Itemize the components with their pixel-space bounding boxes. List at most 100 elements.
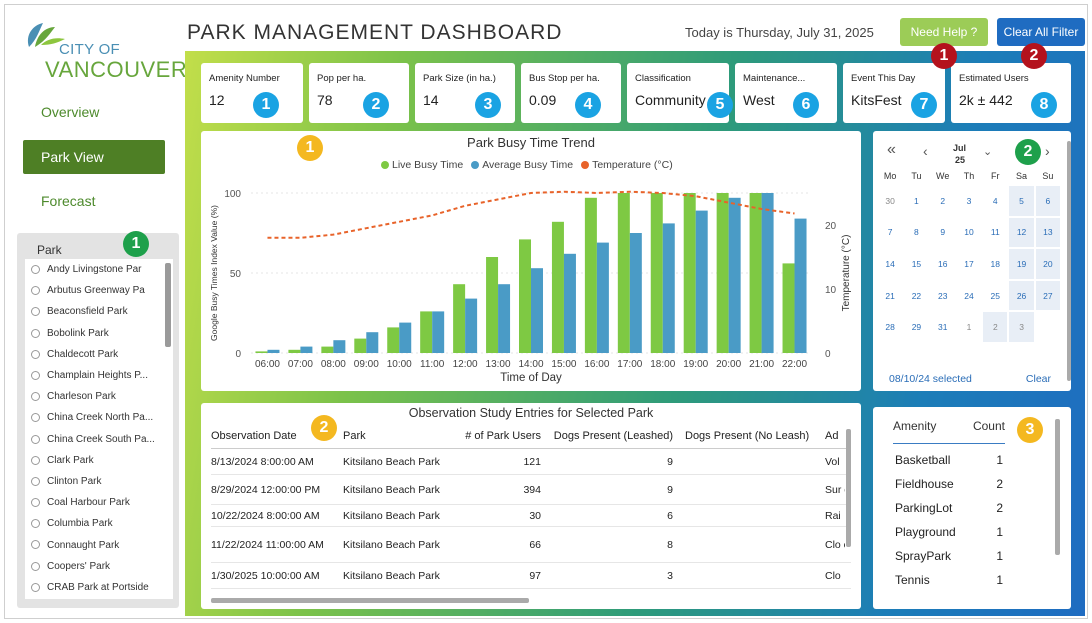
calendar-day[interactable]: 3 bbox=[1008, 311, 1035, 343]
calendar-day[interactable]: 30 bbox=[877, 185, 904, 217]
radio-icon[interactable] bbox=[31, 328, 40, 338]
col-additional[interactable]: Ad bbox=[825, 430, 845, 442]
calendar-month[interactable]: Jul bbox=[953, 143, 966, 153]
calendar-scrollbar[interactable] bbox=[1067, 141, 1071, 381]
radio-icon[interactable] bbox=[31, 307, 40, 317]
calendar-day[interactable]: 28 bbox=[877, 311, 904, 343]
park-list-item[interactable]: Clinton Park bbox=[25, 471, 173, 492]
park-list-item[interactable]: Connaught Park bbox=[25, 534, 173, 555]
table-row[interactable]: 8/13/2024 8:00:00 AM Kitsilano Beach Park… bbox=[211, 449, 851, 475]
clear-all-filter-button[interactable]: Clear All Filter bbox=[997, 18, 1085, 46]
radio-icon[interactable] bbox=[31, 540, 40, 550]
calendar-day[interactable]: 13 bbox=[1034, 216, 1061, 249]
table-row[interactable]: 11/22/2024 11:00:00 AM Kitsilano Beach Pa… bbox=[211, 527, 851, 563]
double-chevron-left-icon[interactable]: « bbox=[887, 141, 896, 159]
park-list-item[interactable]: Arbutus Greenway Pa bbox=[25, 280, 173, 301]
calendar-day[interactable]: 2 bbox=[929, 185, 956, 217]
calendar-day[interactable]: 26 bbox=[1008, 279, 1035, 312]
radio-icon[interactable] bbox=[31, 265, 40, 274]
calendar-day[interactable]: 3 bbox=[955, 185, 983, 217]
park-list-item[interactable]: Andy Livingstone Par bbox=[25, 259, 173, 280]
amenity-row: Playground 1 bbox=[895, 525, 1003, 539]
calendar-day[interactable]: 2 bbox=[982, 311, 1009, 343]
chevron-left-icon[interactable]: ‹ bbox=[923, 143, 928, 159]
radio-icon[interactable] bbox=[31, 519, 40, 529]
table-row[interactable]: 1/30/2025 10:00:00 AM Kitsilano Beach Par… bbox=[211, 563, 851, 589]
chevron-down-icon[interactable]: ⌄ bbox=[983, 145, 992, 158]
radio-icon[interactable] bbox=[31, 434, 40, 444]
calendar-day[interactable]: 18 bbox=[982, 248, 1009, 280]
amenity-scrollbar[interactable] bbox=[1055, 419, 1060, 555]
radio-icon[interactable] bbox=[31, 286, 40, 296]
calendar-day[interactable]: 21 bbox=[877, 279, 904, 312]
chevron-right-icon[interactable]: › bbox=[1045, 143, 1050, 159]
park-list-item[interactable]: Bobolink Park bbox=[25, 323, 173, 344]
park-list-item[interactable]: Champlain Heights P... bbox=[25, 365, 173, 386]
col-dogs-no-leash[interactable]: Dogs Present (No Leash) bbox=[679, 430, 825, 442]
radio-icon[interactable] bbox=[31, 582, 40, 592]
calendar-day[interactable]: 11 bbox=[982, 216, 1009, 249]
calendar-day[interactable]: 24 bbox=[955, 279, 983, 312]
calendar-day[interactable]: 8 bbox=[903, 216, 930, 249]
park-list: Andy Livingstone Par Arbutus Greenway Pa B… bbox=[25, 259, 173, 599]
calendar-day[interactable]: 23 bbox=[929, 279, 956, 312]
park-list-item[interactable]: Charleson Park bbox=[25, 386, 173, 407]
calendar-day[interactable]: 7 bbox=[877, 216, 904, 249]
nav-park-view[interactable]: Park View bbox=[23, 140, 165, 174]
nav-overview[interactable]: Overview bbox=[23, 95, 165, 129]
park-list-item[interactable]: China Creek North Pa... bbox=[25, 407, 173, 428]
calendar-year[interactable]: 25 bbox=[955, 155, 965, 165]
cell-additional: Vol bbox=[825, 455, 840, 468]
calendar-day[interactable]: 31 bbox=[929, 311, 956, 343]
bar-live-busy bbox=[519, 239, 531, 353]
calendar-day[interactable]: 14 bbox=[877, 248, 904, 280]
park-list-item[interactable]: Beaconsfield Park bbox=[25, 301, 173, 322]
calendar-day[interactable]: 15 bbox=[903, 248, 930, 280]
park-list-item[interactable]: CRAB Park at Portside bbox=[25, 577, 173, 598]
calendar-day[interactable]: 27 bbox=[1034, 279, 1061, 312]
calendar-day[interactable]: 4 bbox=[982, 185, 1009, 217]
table-row[interactable]: 8/29/2024 12:00:00 PM Kitsilano Beach Par… bbox=[211, 475, 851, 505]
calendar-clear-link[interactable]: Clear bbox=[1026, 373, 1051, 385]
calendar-day[interactable]: 6 bbox=[1034, 185, 1061, 217]
bar-average-busy bbox=[333, 340, 346, 353]
calendar-day[interactable]: 29 bbox=[903, 311, 930, 343]
calendar-day[interactable]: 16 bbox=[929, 248, 956, 280]
col-dogs-leashed[interactable]: Dogs Present (Leashed) bbox=[547, 430, 679, 442]
calendar-day[interactable]: 5 bbox=[1008, 185, 1035, 217]
nav-forecast[interactable]: Forecast bbox=[23, 184, 165, 218]
table-horizontal-scrollbar[interactable] bbox=[211, 598, 529, 603]
calendar-day[interactable]: 22 bbox=[903, 279, 930, 312]
calendar-day[interactable]: 1 bbox=[955, 311, 983, 343]
calendar-day[interactable]: 17 bbox=[955, 248, 983, 280]
calendar-day[interactable]: 10 bbox=[955, 216, 983, 249]
calendar-day[interactable]: 19 bbox=[1008, 248, 1035, 280]
need-help-button[interactable]: Need Help ? bbox=[900, 18, 988, 46]
radio-icon[interactable] bbox=[31, 455, 40, 465]
calendar-day[interactable]: 20 bbox=[1034, 248, 1061, 280]
calendar-dow: Th bbox=[955, 167, 983, 185]
calendar-day[interactable]: 9 bbox=[929, 216, 956, 249]
radio-icon[interactable] bbox=[31, 392, 40, 402]
radio-icon[interactable] bbox=[31, 349, 40, 359]
table-row[interactable]: 10/22/2024 8:00:00 AM Kitsilano Beach Par… bbox=[211, 505, 851, 527]
radio-icon[interactable] bbox=[31, 476, 40, 486]
table-vertical-scrollbar[interactable] bbox=[846, 429, 851, 547]
radio-icon[interactable] bbox=[31, 413, 40, 423]
col-park[interactable]: Park bbox=[343, 430, 453, 442]
park-list-item[interactable]: China Creek South Pa... bbox=[25, 429, 173, 450]
park-list-item[interactable]: Chaldecott Park bbox=[25, 344, 173, 365]
calendar-day[interactable]: 1 bbox=[903, 185, 930, 217]
radio-icon[interactable] bbox=[31, 561, 40, 571]
col-park-users[interactable]: # of Park Users bbox=[453, 430, 547, 442]
bar-live-busy bbox=[288, 349, 301, 353]
park-list-item[interactable]: Columbia Park bbox=[25, 513, 173, 534]
calendar-day[interactable]: 12 bbox=[1008, 216, 1035, 249]
park-list-item[interactable]: Coal Harbour Park bbox=[25, 492, 173, 513]
bar-average-busy bbox=[794, 218, 807, 353]
radio-icon[interactable] bbox=[31, 370, 40, 380]
park-list-item[interactable]: Clark Park bbox=[25, 450, 173, 471]
radio-icon[interactable] bbox=[31, 498, 40, 508]
park-list-item[interactable]: Coopers' Park bbox=[25, 556, 173, 577]
calendar-day[interactable]: 25 bbox=[982, 279, 1009, 312]
